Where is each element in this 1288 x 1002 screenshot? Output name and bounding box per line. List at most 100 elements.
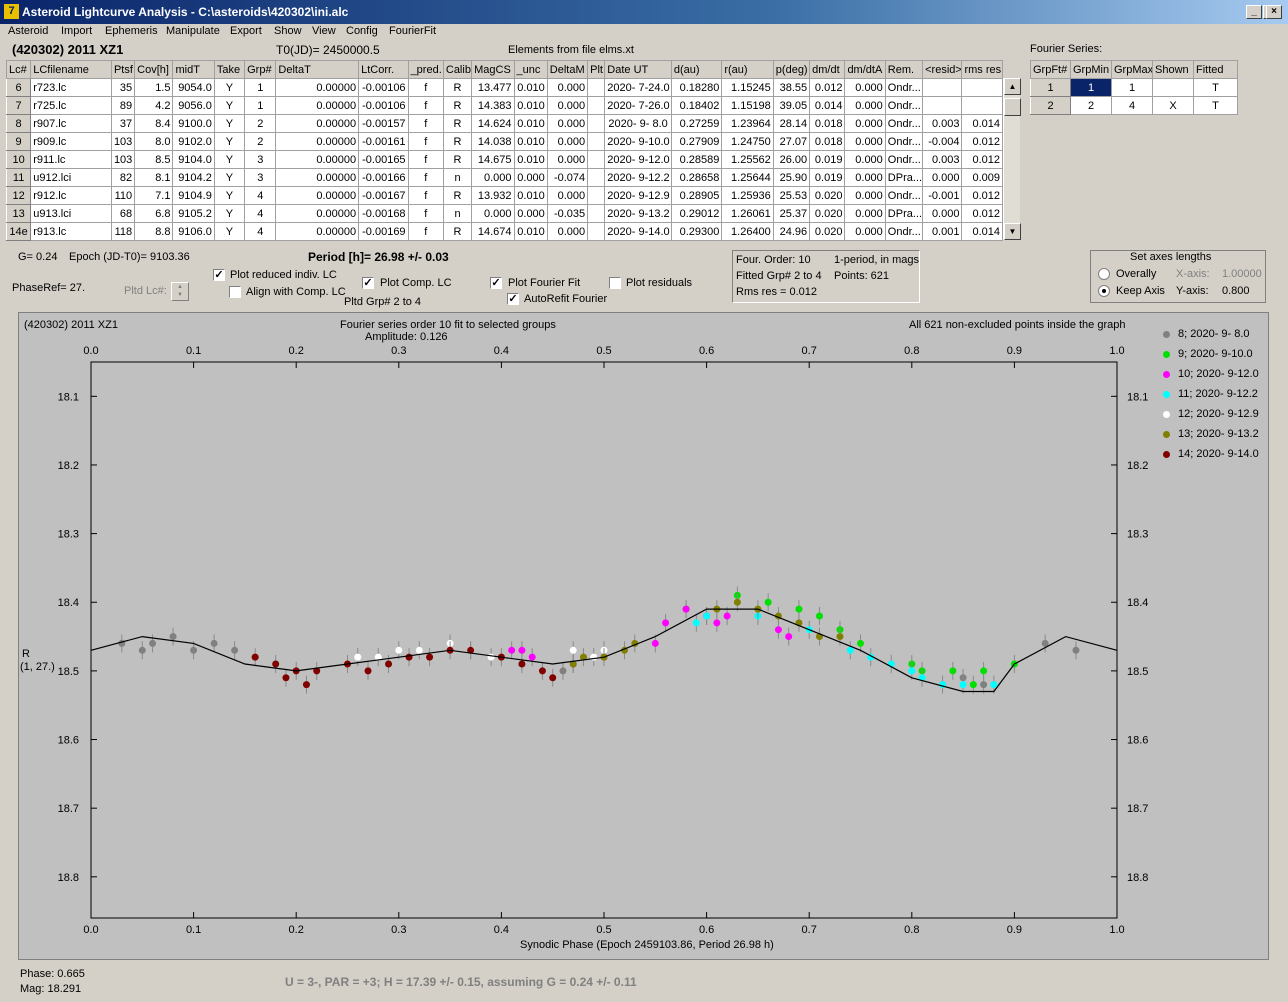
data-point bbox=[210, 639, 218, 647]
legend-label: 8; 2020- 9- 8.0 bbox=[1178, 328, 1250, 340]
data-point bbox=[980, 681, 988, 689]
data-point bbox=[487, 653, 495, 661]
data-point bbox=[764, 598, 772, 606]
data-point bbox=[723, 612, 731, 620]
legend-label: 9; 2020- 9-10.0 bbox=[1178, 348, 1253, 360]
data-point bbox=[272, 660, 280, 668]
data-point bbox=[426, 653, 434, 661]
data-point bbox=[959, 681, 967, 689]
cursor-phase-readout: Phase: 0.665 bbox=[20, 968, 85, 980]
data-point bbox=[138, 646, 146, 654]
data-point bbox=[990, 681, 998, 689]
plot-area[interactable] bbox=[90, 361, 1118, 919]
legend-marker bbox=[1163, 370, 1170, 378]
legend-entry: 11; 2020- 9-12.2 bbox=[1163, 388, 1258, 400]
data-point bbox=[354, 653, 362, 661]
data-point bbox=[518, 646, 526, 654]
legend-label: 13; 2020- 9-13.2 bbox=[1178, 428, 1259, 440]
y-tick-label-right: 18.6 bbox=[1127, 735, 1148, 747]
x-tick-label-top: 0.2 bbox=[289, 345, 304, 357]
data-point bbox=[949, 667, 957, 675]
x-tick-label-top: 0.1 bbox=[186, 345, 201, 357]
legend-label: 12; 2020- 9-12.9 bbox=[1178, 408, 1259, 420]
legend-marker bbox=[1163, 330, 1170, 338]
data-point bbox=[969, 681, 977, 689]
data-point bbox=[559, 667, 567, 675]
data-point bbox=[1072, 646, 1080, 654]
data-point bbox=[169, 633, 177, 641]
data-point bbox=[733, 598, 741, 606]
y-tick-label: 18.1 bbox=[58, 391, 79, 403]
legend-entry: 14; 2020- 9-14.0 bbox=[1163, 448, 1259, 460]
data-point bbox=[846, 646, 854, 654]
data-point bbox=[415, 646, 423, 654]
x-tick-label: 0.3 bbox=[391, 924, 406, 936]
data-point bbox=[682, 605, 690, 613]
data-point bbox=[980, 667, 988, 675]
y-tick-label-right: 18.2 bbox=[1127, 460, 1148, 472]
data-point bbox=[405, 653, 413, 661]
x-tick-label-top: 1.0 bbox=[1109, 345, 1124, 357]
x-tick-label-top: 0.5 bbox=[596, 345, 611, 357]
x-tick-label: 0.8 bbox=[904, 924, 919, 936]
cursor-mag-readout: Mag: 18.291 bbox=[20, 983, 82, 995]
legend-marker bbox=[1163, 390, 1170, 398]
legend-marker bbox=[1163, 430, 1170, 438]
data-point bbox=[508, 646, 516, 654]
data-point bbox=[518, 660, 526, 668]
legend-entry: 12; 2020- 9-12.9 bbox=[1163, 408, 1259, 420]
x-tick-label: 0.1 bbox=[186, 924, 201, 936]
data-point bbox=[785, 633, 793, 641]
legend-marker bbox=[1163, 350, 1170, 358]
result-summary: U = 3-, PAR = +3; H = 17.39 +/- 0.15, as… bbox=[285, 975, 637, 989]
y-tick-label: 18.7 bbox=[58, 803, 79, 815]
data-point bbox=[795, 605, 803, 613]
data-point bbox=[662, 619, 670, 627]
y-tick-label-right: 18.4 bbox=[1127, 597, 1148, 609]
x-tick-label-top: 0.7 bbox=[802, 345, 817, 357]
y-tick-label: 18.4 bbox=[58, 597, 79, 609]
data-point bbox=[651, 639, 659, 647]
data-point bbox=[302, 681, 310, 689]
legend-label: 14; 2020- 9-14.0 bbox=[1178, 448, 1259, 460]
data-point bbox=[590, 653, 598, 661]
y-tick-label-right: 18.8 bbox=[1127, 872, 1148, 884]
y-tick-label: 18.5 bbox=[58, 666, 79, 678]
data-point bbox=[815, 612, 823, 620]
legend-marker bbox=[1163, 450, 1170, 458]
x-tick-label-top: 0.8 bbox=[904, 345, 919, 357]
x-tick-label: 0.5 bbox=[596, 924, 611, 936]
data-point bbox=[713, 619, 721, 627]
data-point bbox=[149, 639, 157, 647]
x-tick-label: 0.6 bbox=[699, 924, 714, 936]
x-tick-label-top: 0.9 bbox=[1007, 345, 1022, 357]
legend-label: 10; 2020- 9-12.0 bbox=[1178, 368, 1259, 380]
y-tick-label: 18.6 bbox=[58, 735, 79, 747]
legend-entry: 8; 2020- 9- 8.0 bbox=[1163, 328, 1250, 340]
lightcurve-chart[interactable]: 0.0 0.0 0.1 0.1 0.2 0.2 0.3 0.3 0.4 0.4 0.5 0.5 0.6 0… bbox=[0, 0, 1288, 1002]
legend-entry: 9; 2020- 9-10.0 bbox=[1163, 348, 1253, 360]
data-point bbox=[538, 667, 546, 675]
data-point bbox=[703, 612, 711, 620]
x-tick-label: 0.2 bbox=[289, 924, 304, 936]
legend-marker bbox=[1163, 410, 1170, 418]
x-tick-label-top: 0.6 bbox=[699, 345, 714, 357]
data-point bbox=[231, 646, 239, 654]
data-point bbox=[395, 646, 403, 654]
y-tick-label: 18.3 bbox=[58, 529, 79, 541]
data-point bbox=[836, 633, 844, 641]
y-tick-label-right: 18.1 bbox=[1127, 391, 1148, 403]
y-tick-label-right: 18.7 bbox=[1127, 803, 1148, 815]
y-tick-label-right: 18.3 bbox=[1127, 529, 1148, 541]
data-point bbox=[251, 653, 259, 661]
y-tick-label-right: 18.5 bbox=[1127, 666, 1148, 678]
x-tick-label-top: 0.3 bbox=[391, 345, 406, 357]
x-tick-label-top: 0.0 bbox=[83, 345, 98, 357]
x-tick-label: 0.9 bbox=[1007, 924, 1022, 936]
legend-entry: 10; 2020- 9-12.0 bbox=[1163, 368, 1259, 380]
x-tick-label: 0.0 bbox=[83, 924, 98, 936]
x-tick-label: 0.7 bbox=[802, 924, 817, 936]
y-tick-label: 18.8 bbox=[58, 872, 79, 884]
data-point bbox=[692, 619, 700, 627]
legend-label: 11; 2020- 9-12.2 bbox=[1178, 388, 1258, 400]
